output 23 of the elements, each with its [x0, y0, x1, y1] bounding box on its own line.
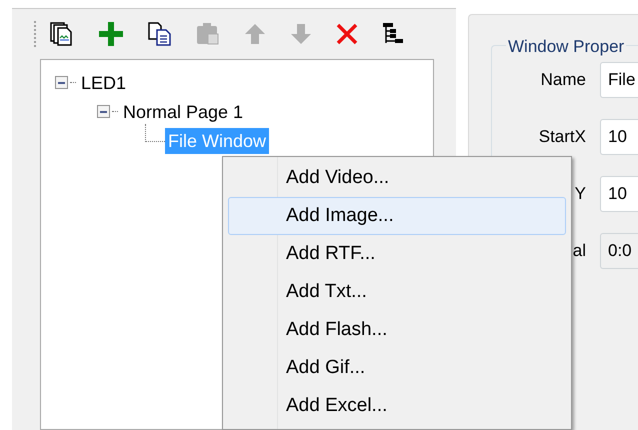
field-label: Name [540, 69, 586, 92]
tree-item[interactable]: LED1 [78, 70, 130, 96]
field-label: Y [574, 183, 586, 206]
menu-item[interactable]: Add Txt... [228, 273, 566, 311]
field-label: al [572, 240, 586, 262]
field-label: StartX [538, 126, 586, 148]
collapse-icon[interactable] [97, 105, 110, 118]
menu-item[interactable]: Add Video... [228, 159, 566, 197]
tree-item[interactable]: Normal Page 1 [120, 98, 246, 124]
copy-icon[interactable] [147, 21, 173, 47]
input-field[interactable]: 10 [600, 119, 638, 155]
menu-item[interactable]: Add Flash... [228, 311, 566, 349]
document-stack-icon[interactable] [49, 21, 75, 47]
menu-item[interactable]: Add RTF... [228, 235, 566, 273]
menu-item[interactable]: Add Gif... [228, 349, 566, 387]
menu-item[interactable]: Add Excel... [228, 387, 566, 425]
plus-icon[interactable] [97, 20, 125, 48]
input-field[interactable]: 10 [600, 176, 638, 212]
delete-icon[interactable] [335, 22, 359, 46]
collapse-icon[interactable] [55, 76, 68, 89]
toolbar-grip[interactable] [34, 21, 37, 47]
menu-item[interactable]: Add Image... [228, 197, 566, 235]
input-field[interactable]: File [600, 62, 638, 98]
